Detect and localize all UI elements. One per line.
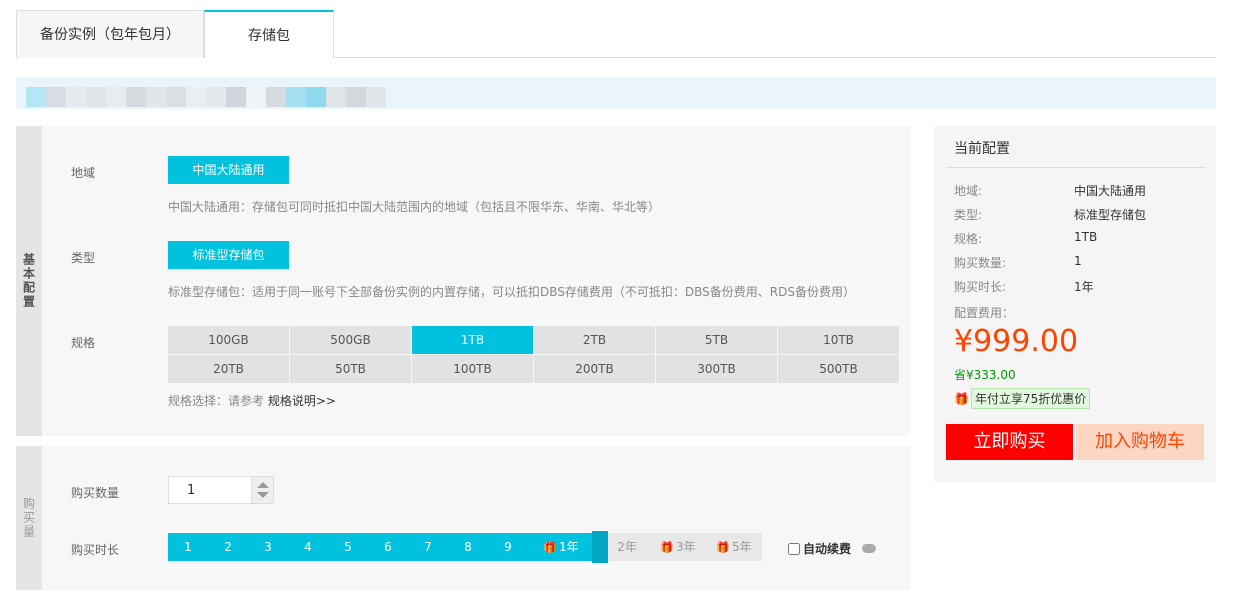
decrement-arrow-icon[interactable] — [257, 492, 269, 498]
promo-badge: 🎁 年付立享75折优惠价 — [954, 388, 1091, 409]
type-label: 类型 — [71, 251, 96, 265]
gift-icon: 🎁 — [954, 391, 969, 406]
summary-value: 1年 — [1074, 280, 1094, 294]
summary-key: 类型: — [954, 208, 983, 222]
duration-year-1-option[interactable]: 🎁 1年 — [528, 533, 594, 561]
blurred-notice-text — [26, 87, 386, 107]
current-config-summary: 当前配置 地域: 中国大陆通用 类型: 标准型存储包 规格: 1TB 购买数量:… — [934, 126, 1216, 482]
promo-text: 年付立享75折优惠价 — [970, 388, 1091, 409]
fee-label: 配置费用： — [954, 306, 1015, 320]
spec-option[interactable]: 2TB — [534, 326, 655, 354]
basic-config-side-label: 基本配置 — [16, 126, 42, 436]
tab-storage-package[interactable]: 存储包 — [204, 10, 334, 59]
spec-tip: 规格选择：请参考 规格说明>> — [168, 392, 336, 409]
price-value: ¥999.00 — [954, 324, 1079, 359]
region-description: 中国大陆通用：存储包可同时抵扣中国大陆范围内的地域（包括且不限华东、华南、华北等… — [168, 200, 661, 214]
gift-icon: 🎁 — [543, 541, 558, 554]
duration-month-option[interactable]: 6 — [368, 533, 408, 561]
duration-slider: 1 2 3 4 5 6 7 8 9 🎁 1年 2年 🎁 3年 🎁 5年 — [168, 531, 768, 563]
basic-config-panel: 基本配置 地域 中国大陆通用 中国大陆通用：存储包可同时抵扣中国大陆范围内的地域… — [16, 126, 910, 436]
duration-month-option[interactable]: 5 — [328, 533, 368, 561]
summary-key: 购买数量: — [954, 256, 1007, 270]
duration-slider-handle[interactable] — [592, 531, 608, 563]
duration-year-5-option[interactable]: 🎁 5年 — [706, 533, 762, 561]
duration-month-option[interactable]: 2 — [208, 533, 248, 561]
duration-month-option[interactable]: 8 — [448, 533, 488, 561]
quantity-label: 购买数量 — [71, 486, 120, 500]
gift-icon: 🎁 — [716, 541, 731, 554]
summary-key: 规格: — [954, 232, 983, 246]
duration-month-option[interactable]: 9 — [488, 533, 528, 561]
spec-option[interactable]: 200TB — [534, 355, 655, 383]
spec-option[interactable]: 50TB — [290, 355, 411, 383]
quantity-input[interactable] — [169, 477, 251, 503]
summary-key: 购买时长: — [954, 280, 1007, 294]
stepper-buttons — [251, 477, 273, 503]
spec-explanation-link[interactable]: 规格说明>> — [268, 394, 336, 408]
purchase-panel: 购买量 购买数量 购买时长 1 2 3 4 5 6 7 8 9 🎁1年 2年 🎁… — [16, 446, 910, 590]
spec-tip-text: 规格选择：请参考 — [168, 394, 265, 408]
auto-renew-input[interactable] — [788, 542, 800, 555]
auto-renew-checkbox[interactable]: 自动续费 — [788, 540, 851, 557]
notice-bar — [16, 77, 1216, 109]
duration-month-option[interactable]: 7 — [408, 533, 448, 561]
gift-icon: 🎁 — [660, 541, 675, 554]
region-option-mainland[interactable]: 中国大陆通用 — [168, 156, 289, 184]
add-to-cart-button[interactable]: 加入购物车 — [1076, 424, 1204, 460]
type-option-standard[interactable]: 标准型存储包 — [168, 241, 289, 269]
spec-option[interactable]: 100GB — [168, 326, 289, 354]
summary-value: 标准型存储包 — [1074, 208, 1147, 222]
quantity-stepper — [168, 476, 274, 504]
duration-month-option[interactable]: 4 — [288, 533, 328, 561]
type-description: 标准型存储包：适用于同一账号下全部备份实例的内置存储，可以抵扣DBS存储费用（不… — [168, 285, 855, 299]
duration-month-option[interactable]: 1 — [168, 533, 208, 561]
spec-option[interactable]: 500TB — [778, 355, 899, 383]
duration-month-option[interactable]: 3 — [248, 533, 288, 561]
spec-option-selected[interactable]: 1TB — [412, 326, 533, 354]
buy-now-button[interactable]: 立即购买 — [946, 424, 1073, 460]
spec-option[interactable]: 100TB — [412, 355, 533, 383]
spec-option[interactable]: 300TB — [656, 355, 777, 383]
spec-option[interactable]: 20TB — [168, 355, 289, 383]
savings-text: 省¥333.00 — [954, 368, 1016, 382]
increment-arrow-icon[interactable] — [257, 482, 269, 488]
region-label: 地域 — [71, 166, 96, 180]
spec-label: 规格 — [71, 336, 96, 350]
summary-value: 中国大陆通用 — [1074, 184, 1147, 198]
duration-year-3-option[interactable]: 🎁 3年 — [650, 533, 706, 561]
summary-value: 1 — [1074, 254, 1082, 268]
tab-backup-instance[interactable]: 备份实例（包年包月） — [16, 10, 204, 58]
summary-title: 当前配置 — [954, 141, 1010, 157]
divider — [946, 167, 1206, 168]
cloud-icon — [862, 544, 876, 553]
spec-option[interactable]: 5TB — [656, 326, 777, 354]
spec-option[interactable]: 500GB — [290, 326, 411, 354]
spec-option[interactable]: 10TB — [778, 326, 899, 354]
summary-value: 1TB — [1074, 230, 1098, 244]
spec-grid: 100GB 500GB 1TB 2TB 5TB 10TB 20TB 50TB 1… — [168, 326, 899, 383]
duration-label: 购买时长 — [71, 543, 120, 557]
product-tabs: 备份实例（包年包月） 存储包 — [16, 10, 1216, 59]
summary-key: 地域: — [954, 184, 983, 198]
purchase-side-label: 购买量 — [16, 446, 42, 590]
